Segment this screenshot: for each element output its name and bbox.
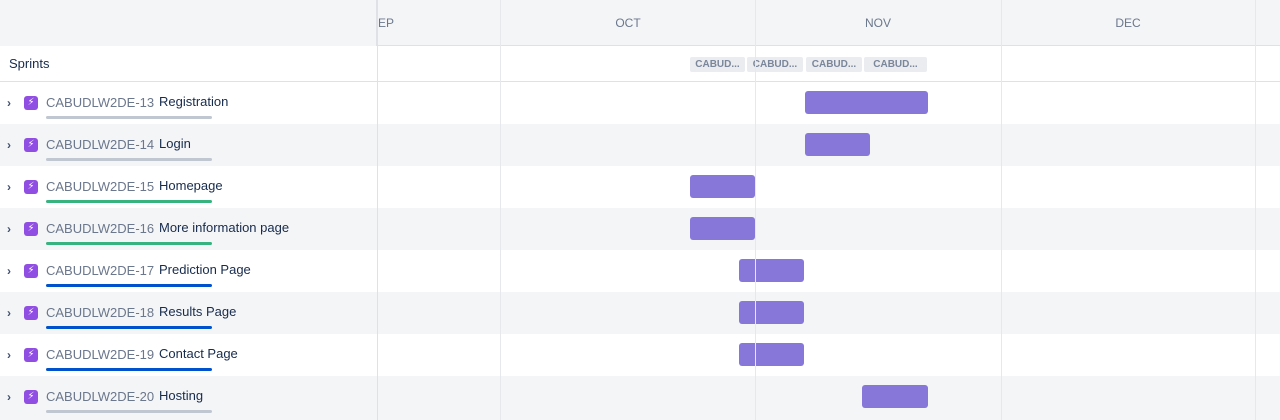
month-sep: EP [378,16,395,30]
month-divider [1001,0,1002,420]
issue-row[interactable]: › ⚡ CABUDLW2DE-17 Prediction Page [0,250,1280,292]
issue-key[interactable]: CABUDLW2DE-18 [46,305,154,321]
issue-title[interactable]: Results Page [159,304,236,320]
sprint-chip[interactable]: CABUD... [690,57,745,72]
issue-title[interactable]: Hosting [159,388,203,404]
chevron-right-icon[interactable]: › [7,222,19,236]
timeline-bar[interactable] [739,301,804,324]
issue-key[interactable]: CABUDLW2DE-15 [46,179,154,195]
status-progress-bar [46,200,212,203]
roadmap-timeline: EP OCT NOV DEC Sprints CABUD... CABUD...… [0,0,1280,420]
epic-icon: ⚡ [24,306,38,320]
timeline-bar[interactable] [690,175,755,198]
month-oct: OCT [615,16,641,30]
chevron-right-icon[interactable]: › [7,138,19,152]
issue-row[interactable]: › ⚡ CABUDLW2DE-14 Login [0,124,1280,166]
sprints-label: Sprints [9,56,50,71]
epic-icon: ⚡ [24,390,38,404]
epic-icon: ⚡ [24,138,38,152]
chevron-right-icon[interactable]: › [7,180,19,194]
sprints-row: Sprints CABUD... CABUD... CABUD... CABUD… [0,46,1280,82]
epic-icon: ⚡ [24,222,38,236]
epic-icon: ⚡ [24,348,38,362]
epic-icon: ⚡ [24,264,38,278]
status-progress-bar [46,242,212,245]
status-progress-bar [46,368,212,371]
chevron-right-icon[interactable]: › [7,96,19,110]
sprint-chip[interactable]: CABUD... [864,57,927,72]
chevron-right-icon[interactable]: › [7,390,19,404]
status-progress-bar [46,116,212,119]
month-nov: NOV [864,16,891,30]
status-progress-bar [46,284,212,287]
month-divider [500,0,501,420]
issue-title[interactable]: Contact Page [159,346,238,362]
month-divider [1255,0,1256,420]
issue-title[interactable]: More information page [159,220,289,236]
month-dec: DEC [1115,16,1141,30]
issue-key[interactable]: CABUDLW2DE-17 [46,263,154,279]
issue-key[interactable]: CABUDLW2DE-19 [46,347,154,363]
issue-title[interactable]: Login [159,136,191,152]
chevron-right-icon[interactable]: › [7,264,19,278]
status-progress-bar [46,410,212,413]
issue-key[interactable]: CABUDLW2DE-20 [46,389,154,405]
status-progress-bar [46,326,212,329]
issue-row[interactable]: › ⚡ CABUDLW2DE-13 Registration [0,82,1280,124]
issue-title[interactable]: Prediction Page [159,262,251,278]
timeline-bar[interactable] [805,133,870,156]
timeline-bar[interactable] [739,259,804,282]
timeline-bar[interactable] [739,343,804,366]
chevron-right-icon[interactable]: › [7,306,19,320]
sprint-chip[interactable]: CABUD... [806,57,862,72]
timeline-bar[interactable] [690,217,755,240]
epic-icon: ⚡ [24,180,38,194]
issue-key[interactable]: CABUDLW2DE-14 [46,137,154,153]
issue-row[interactable]: › ⚡ CABUDLW2DE-15 Homepage [0,166,1280,208]
issue-title[interactable]: Registration [159,94,228,110]
epic-icon: ⚡ [24,96,38,110]
status-progress-bar [46,158,212,161]
month-divider [755,0,756,420]
issue-key[interactable]: CABUDLW2DE-16 [46,221,154,237]
timeline-bar[interactable] [805,91,928,114]
issue-row[interactable]: › ⚡ CABUDLW2DE-19 Contact Page [0,334,1280,376]
timeline-bar[interactable] [862,385,928,408]
issue-title[interactable]: Homepage [159,178,223,194]
issue-key[interactable]: CABUDLW2DE-13 [46,95,154,111]
chevron-right-icon[interactable]: › [7,348,19,362]
timeline-header: EP OCT NOV DEC [0,0,1280,46]
panel-divider[interactable] [377,0,378,420]
issue-row[interactable]: › ⚡ CABUDLW2DE-16 More information page [0,208,1280,250]
issue-row[interactable]: › ⚡ CABUDLW2DE-18 Results Page [0,292,1280,334]
issue-row[interactable]: › ⚡ CABUDLW2DE-20 Hosting [0,376,1280,420]
